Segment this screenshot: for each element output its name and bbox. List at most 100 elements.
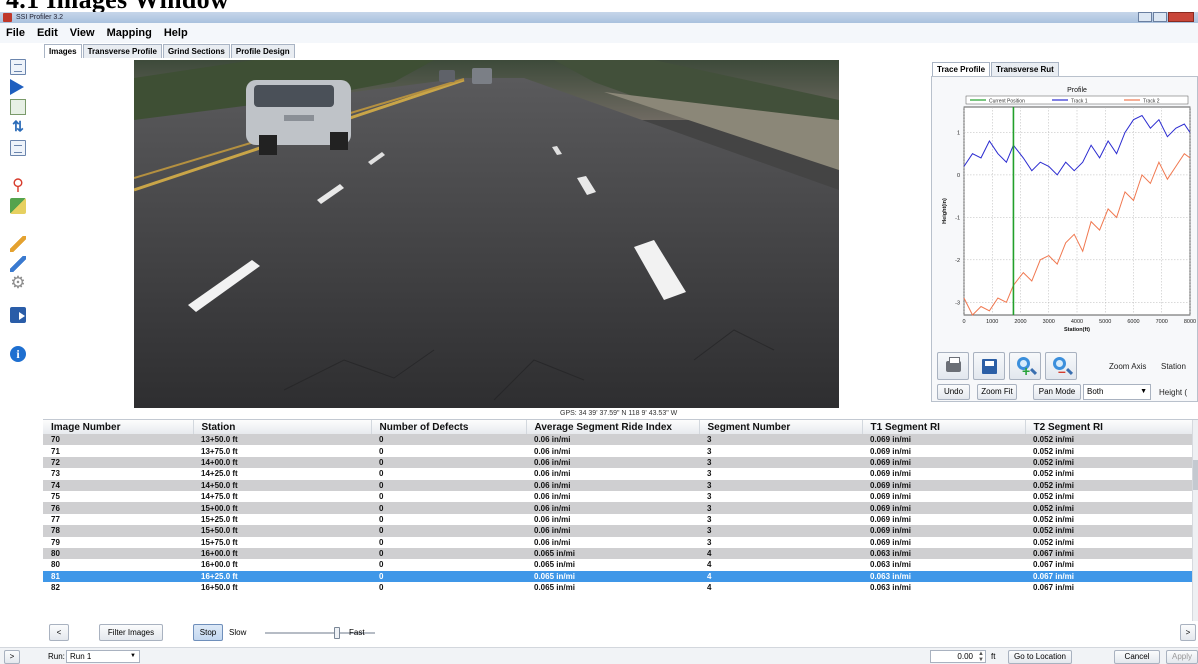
road-photo [134, 60, 839, 408]
table-row[interactable]: 80 16+00.0 ft 0 0.065 in/mi 4 0.063 in/mi 0.06… [43, 559, 1193, 571]
height-label: Height ( [1159, 388, 1188, 397]
window-controls [1137, 12, 1194, 23]
location-input[interactable]: 0.00 ▲ ▼ [930, 650, 986, 663]
table-row[interactable]: 76 15+00.0 ft 0 0.06 in/mi 3 0.069 in/mi 0.052… [43, 502, 1193, 514]
table-cell: 0.067 in/mi [1025, 582, 1193, 594]
table-row[interactable]: 78 15+50.0 ft 0 0.06 in/mi 3 0.069 in/mi 0.052… [43, 525, 1193, 537]
main-tabs: Images Transverse Profile Grind Sections… [44, 44, 296, 58]
col-station[interactable]: Station [193, 420, 372, 434]
table-cell: 0.063 in/mi [862, 582, 1025, 594]
table-row[interactable]: 82 16+50.0 ft 0 0.065 in/mi 4 0.063 in/mi 0.06… [43, 582, 1193, 594]
table-cell: 80 [43, 547, 193, 560]
tab-images[interactable]: Images [44, 44, 82, 58]
table-cell: 14+75.0 ft [193, 490, 371, 503]
col-image-number[interactable]: Image Number [43, 420, 194, 434]
col-average-segment-ride-index[interactable]: Average Segment Ride Index [526, 420, 700, 434]
zoom-in-button[interactable]: + [1009, 352, 1041, 380]
save-button[interactable] [973, 352, 1005, 380]
stop-button[interactable]: Stop [193, 624, 223, 641]
document-edit-icon[interactable] [10, 140, 26, 156]
expand-button[interactable]: > [4, 650, 20, 664]
table-row[interactable]: 79 15+75.0 ft 0 0.06 in/mi 3 0.069 in/mi 0.052… [43, 536, 1193, 548]
side-tabs: Trace Profile Transverse Rut [932, 62, 1060, 76]
cancel-button[interactable]: Cancel [1114, 650, 1160, 664]
maximize-button[interactable] [1153, 12, 1167, 22]
info-icon[interactable]: i [10, 346, 26, 362]
table-row[interactable]: 70 13+50.0 ft 0 0.06 in/mi 3 0.069 in/mi 0.052… [43, 434, 1193, 446]
menu-edit[interactable]: Edit [31, 23, 64, 43]
pencil-blue-icon[interactable] [10, 256, 26, 272]
next-image-button[interactable]: > [1180, 624, 1196, 641]
table-row[interactable]: 74 14+50.0 ft 0 0.06 in/mi 3 0.069 in/mi 0.052… [43, 479, 1193, 491]
undo-button[interactable]: Undo [937, 384, 970, 400]
chart-icon[interactable] [10, 99, 26, 115]
col-t2-segment-ri[interactable]: T2 Segment RI [1025, 420, 1194, 434]
adjust-icon[interactable]: ⇅ [10, 118, 26, 134]
table-cell: 75 [43, 490, 193, 503]
table-cell: 0.069 in/mi [862, 536, 1025, 548]
table-cell: 0.063 in/mi [862, 547, 1025, 560]
table-row[interactable]: 80 16+00.0 ft 0 0.065 in/mi 4 0.063 in/mi 0.06… [43, 547, 1193, 560]
zoom-out-button[interactable]: – [1045, 352, 1077, 380]
table-cell: 3 [699, 456, 862, 469]
profile-chart[interactable]: ProfileCurrent Position Track 1 Track 20 10… [938, 81, 1196, 349]
menu-view[interactable]: View [64, 23, 101, 43]
table-cell: 14+50.0 ft [193, 479, 371, 491]
go-to-location-button[interactable]: Go to Location [1008, 650, 1072, 664]
table-row[interactable]: 72 14+00.0 ft 0 0.06 in/mi 3 0.069 in/mi 0.052… [43, 456, 1193, 469]
table-scrollbar[interactable] [1192, 420, 1198, 621]
speed-slider-thumb[interactable] [333, 627, 340, 639]
pencil-icon[interactable] [10, 236, 26, 252]
col-t1-segment-ri[interactable]: T1 Segment RI [862, 420, 1026, 434]
run-select[interactable]: Run 1 ▼ [66, 650, 140, 663]
table-scroll-thumb[interactable] [1193, 460, 1198, 490]
col-number-of-defects[interactable]: Number of Defects [371, 420, 527, 434]
menu-mapping[interactable]: Mapping [101, 23, 158, 43]
tab-transverse-profile[interactable]: Transverse Profile [82, 44, 162, 58]
tab-transverse-rut[interactable]: Transverse Rut [991, 62, 1059, 76]
gear-icon[interactable]: ⚙ [10, 274, 26, 291]
table-cell: 0.06 in/mi [526, 445, 699, 457]
tab-trace-profile[interactable]: Trace Profile [932, 62, 991, 76]
print-button[interactable] [937, 352, 969, 380]
table-cell: 13+50.0 ft [193, 434, 371, 446]
table-cell: 16+50.0 ft [193, 582, 371, 594]
table-row[interactable]: 71 13+75.0 ft 0 0.06 in/mi 3 0.069 in/mi 0.052… [43, 445, 1193, 457]
zoom-axis-label: Zoom Axis [1109, 362, 1147, 371]
col-segment-number[interactable]: Segment Number [699, 420, 863, 434]
menu-help[interactable]: Help [158, 23, 194, 43]
table-cell: 0.06 in/mi [526, 536, 699, 548]
apply-button[interactable]: Apply [1166, 650, 1198, 664]
table-row[interactable]: 73 14+25.0 ft 0 0.06 in/mi 3 0.069 in/mi 0.052… [43, 468, 1193, 480]
table-cell: 0.069 in/mi [862, 490, 1025, 503]
table-row[interactable]: 81 16+25.0 ft 0 0.065 in/mi 4 0.063 in/mi 0.06… [43, 570, 1193, 583]
table-cell: 0.069 in/mi [862, 513, 1025, 526]
zoom-axis-select[interactable]: Both ▼ [1083, 384, 1151, 400]
table-cell: 0.063 in/mi [862, 559, 1025, 571]
previous-image-button[interactable]: < [49, 624, 69, 641]
table-cell: 0.052 in/mi [1025, 525, 1193, 537]
table-row[interactable]: 75 14+75.0 ft 0 0.06 in/mi 3 0.069 in/mi 0.052… [43, 490, 1193, 503]
table-cell: 3 [699, 468, 862, 480]
table-cell: 0 [371, 479, 526, 491]
table-cell: 0 [371, 570, 526, 583]
minimize-button[interactable] [1138, 12, 1152, 22]
menu-bar: File Edit View Mapping Help [0, 23, 1198, 43]
road-image[interactable] [134, 60, 839, 408]
document-list-icon[interactable] [10, 59, 26, 75]
map-pin-icon[interactable]: ⚲ [10, 178, 26, 194]
table-cell: 0.069 in/mi [862, 434, 1025, 446]
menu-file[interactable]: File [0, 23, 31, 43]
window-title: SSI Profiler 3.2 [16, 14, 64, 21]
zoom-fit-button[interactable]: Zoom Fit [977, 384, 1017, 400]
close-button[interactable] [1168, 12, 1194, 22]
play-icon[interactable] [10, 79, 24, 95]
filter-images-button[interactable]: Filter Images [99, 624, 163, 641]
pan-mode-button[interactable]: Pan Mode [1033, 384, 1081, 400]
tab-grind-sections[interactable]: Grind Sections [162, 44, 230, 58]
export-icon[interactable] [10, 307, 26, 323]
tab-profile-design[interactable]: Profile Design [230, 44, 295, 58]
table-row[interactable]: 77 15+25.0 ft 0 0.06 in/mi 3 0.069 in/mi 0.052… [43, 513, 1193, 526]
table-cell: 3 [699, 525, 862, 537]
map-icon[interactable] [10, 198, 26, 214]
